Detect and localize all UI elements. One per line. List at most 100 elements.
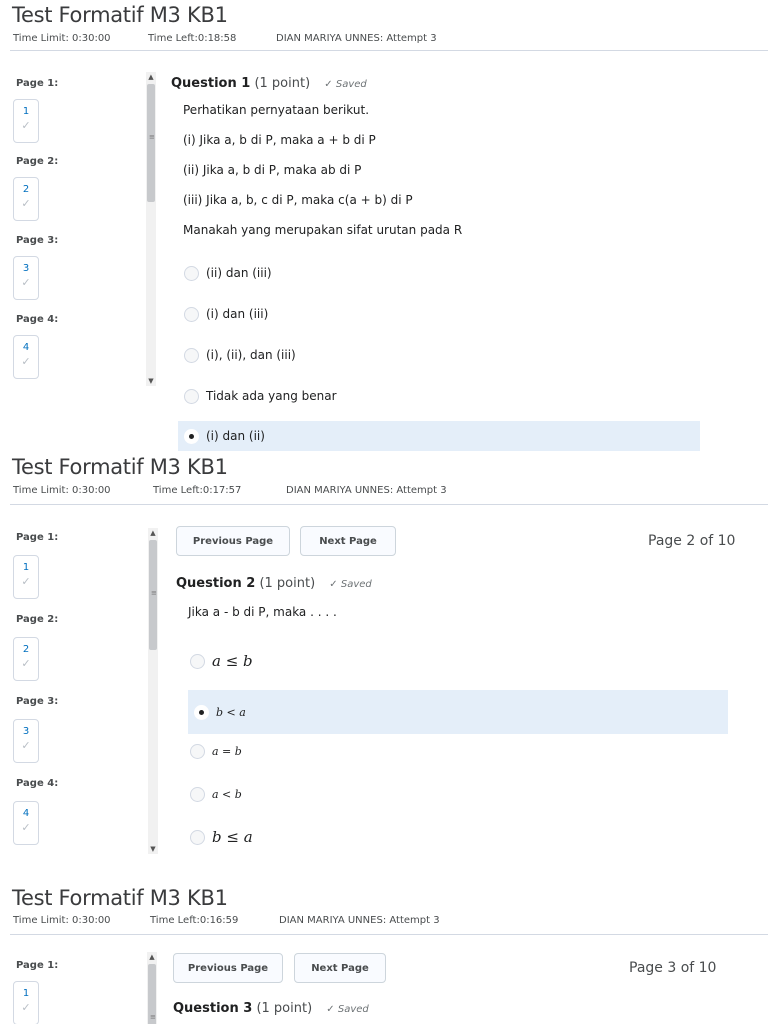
check-icon: ✓	[21, 1001, 31, 1014]
page-label: Page 4:	[16, 778, 59, 789]
question-prompt: Jika a - b di P, maka . . . .	[188, 605, 337, 619]
attempt-info: DIAN MARIYA UNNES: Attempt 3	[276, 33, 437, 44]
question-header: Question 1 (1 point) ✓ Saved	[171, 76, 367, 91]
quiz-title: Test Formatif M3 KB1	[12, 455, 228, 479]
arrow-up-icon[interactable]: ▲	[146, 72, 156, 82]
page-nav-4[interactable]: 4 ✓	[13, 335, 39, 379]
arrow-down-icon[interactable]: ▼	[148, 844, 158, 854]
option-label: (i) dan (ii)	[206, 429, 265, 443]
saved-status: ✓ Saved	[329, 579, 371, 590]
page-nav-1[interactable]: 1 ✓	[13, 99, 39, 143]
time-left: Time Left:0:17:57	[153, 485, 242, 496]
arrow-up-icon[interactable]: ▲	[147, 952, 157, 962]
question-header: Question 2 (1 point) ✓ Saved	[176, 576, 372, 591]
page-number: 4	[22, 808, 30, 819]
saved-label: Saved	[335, 79, 367, 90]
radio-button[interactable]	[184, 347, 199, 363]
answer-option[interactable]: a < b	[184, 781, 728, 807]
scrollbar-thumb[interactable]	[147, 84, 155, 202]
radio-button[interactable]	[190, 653, 205, 669]
header-divider	[10, 50, 768, 51]
page-nav-4[interactable]: 4 ✓	[13, 801, 39, 845]
option-label: Tidak ada yang benar	[206, 389, 337, 403]
page-nav-1[interactable]: 1 ✓	[13, 981, 39, 1024]
next-page-button[interactable]: Next Page	[300, 526, 396, 556]
answer-option[interactable]: a = b	[184, 738, 728, 764]
question-label: Question 3	[173, 1001, 253, 1016]
radio-button[interactable]	[184, 265, 199, 281]
question-points: (1 point)	[259, 576, 316, 591]
check-icon: ✓	[21, 575, 31, 588]
quiz-title: Test Formatif M3 KB1	[12, 3, 228, 27]
radio-button[interactable]	[190, 743, 205, 759]
page-nav-2[interactable]: 2 ✓	[13, 637, 39, 681]
question-header: Question 3 (1 point) ✓ Saved	[173, 1001, 369, 1016]
page-label: Page 2:	[16, 156, 59, 167]
grip-icon: ≡	[149, 133, 155, 141]
check-icon: ✓	[21, 119, 31, 132]
radio-button[interactable]	[190, 829, 205, 845]
radio-button-checked[interactable]	[184, 428, 199, 444]
check-icon: ✓	[324, 79, 336, 90]
page-label: Page 3:	[16, 696, 59, 707]
quiz-title: Test Formatif M3 KB1	[12, 886, 228, 910]
page-indicator: Page 2 of 10	[648, 533, 736, 549]
option-label: (ii) dan (iii)	[206, 266, 272, 280]
answer-option-selected[interactable]: (i) dan (ii)	[178, 421, 700, 451]
quiz-screen-1: Test Formatif M3 KB1 Time Limit: 0:30:00…	[0, 0, 768, 452]
attempt-info: DIAN MARIYA UNNES: Attempt 3	[286, 485, 447, 496]
arrow-down-icon[interactable]: ▼	[146, 376, 156, 386]
statement-2: (ii) Jika a, b di P, maka ab di P	[183, 163, 362, 177]
sidebar-scrollbar[interactable]: ▲ ≡ ▼	[146, 72, 156, 386]
sidebar-scrollbar[interactable]: ▲ ≡ ▼	[148, 528, 158, 854]
page-number: 4	[22, 342, 30, 353]
page-label: Page 1:	[16, 78, 59, 89]
page-nav-3[interactable]: 3 ✓	[13, 719, 39, 763]
page-label: Page 1:	[16, 960, 59, 971]
answer-option[interactable]: b ≤ a	[184, 822, 728, 852]
previous-page-button[interactable]: Previous Page	[176, 526, 290, 556]
page-number: 1	[22, 988, 30, 999]
question-points: (1 point)	[254, 76, 311, 91]
answer-option[interactable]: a ≤ b	[184, 646, 728, 676]
page-label: Page 2:	[16, 614, 59, 625]
page-label: Page 3:	[16, 235, 59, 246]
sidebar-scrollbar[interactable]: ▲ ≡	[147, 952, 157, 1024]
page-number: 3	[22, 726, 30, 737]
time-left: Time Left:0:16:59	[150, 915, 239, 926]
page-number: 2	[22, 184, 30, 195]
check-icon: ✓	[21, 276, 31, 289]
page-indicator: Page 3 of 10	[629, 960, 717, 976]
radio-button-checked[interactable]	[194, 704, 209, 720]
option-label: (i), (ii), dan (iii)	[206, 348, 296, 362]
page-nav-2[interactable]: 2 ✓	[13, 177, 39, 221]
radio-dot	[189, 433, 194, 439]
answer-option[interactable]: (i), (ii), dan (iii)	[178, 342, 700, 368]
time-limit: Time Limit: 0:30:00	[13, 915, 111, 926]
radio-dot	[199, 709, 204, 715]
answer-option-selected[interactable]: b < a	[188, 690, 728, 734]
answer-option[interactable]: (i) dan (iii)	[178, 301, 700, 327]
saved-status: ✓ Saved	[324, 79, 366, 90]
grip-icon: ≡	[150, 1013, 156, 1021]
header-divider	[10, 934, 768, 935]
arrow-up-icon[interactable]: ▲	[148, 528, 158, 538]
answer-option[interactable]: (ii) dan (iii)	[178, 260, 700, 286]
page-nav-3[interactable]: 3 ✓	[13, 256, 39, 300]
answer-option[interactable]: Tidak ada yang benar	[178, 383, 700, 409]
option-label: (i) dan (iii)	[206, 307, 269, 321]
radio-button[interactable]	[184, 388, 199, 404]
question-label: Question 2	[176, 576, 256, 591]
radio-button[interactable]	[190, 786, 205, 802]
next-page-button[interactable]: Next Page	[294, 953, 386, 983]
page-number: 2	[22, 644, 30, 655]
check-icon: ✓	[21, 197, 31, 210]
page-number: 3	[22, 263, 30, 274]
page-nav-1[interactable]: 1 ✓	[13, 555, 39, 599]
previous-page-button[interactable]: Previous Page	[173, 953, 283, 983]
option-label: a < b	[212, 787, 242, 801]
saved-label: Saved	[340, 579, 372, 590]
radio-button[interactable]	[184, 306, 199, 322]
attempt-info: DIAN MARIYA UNNES: Attempt 3	[279, 915, 440, 926]
question-prompt: Manakah yang merupakan sifat urutan pada…	[183, 223, 463, 237]
